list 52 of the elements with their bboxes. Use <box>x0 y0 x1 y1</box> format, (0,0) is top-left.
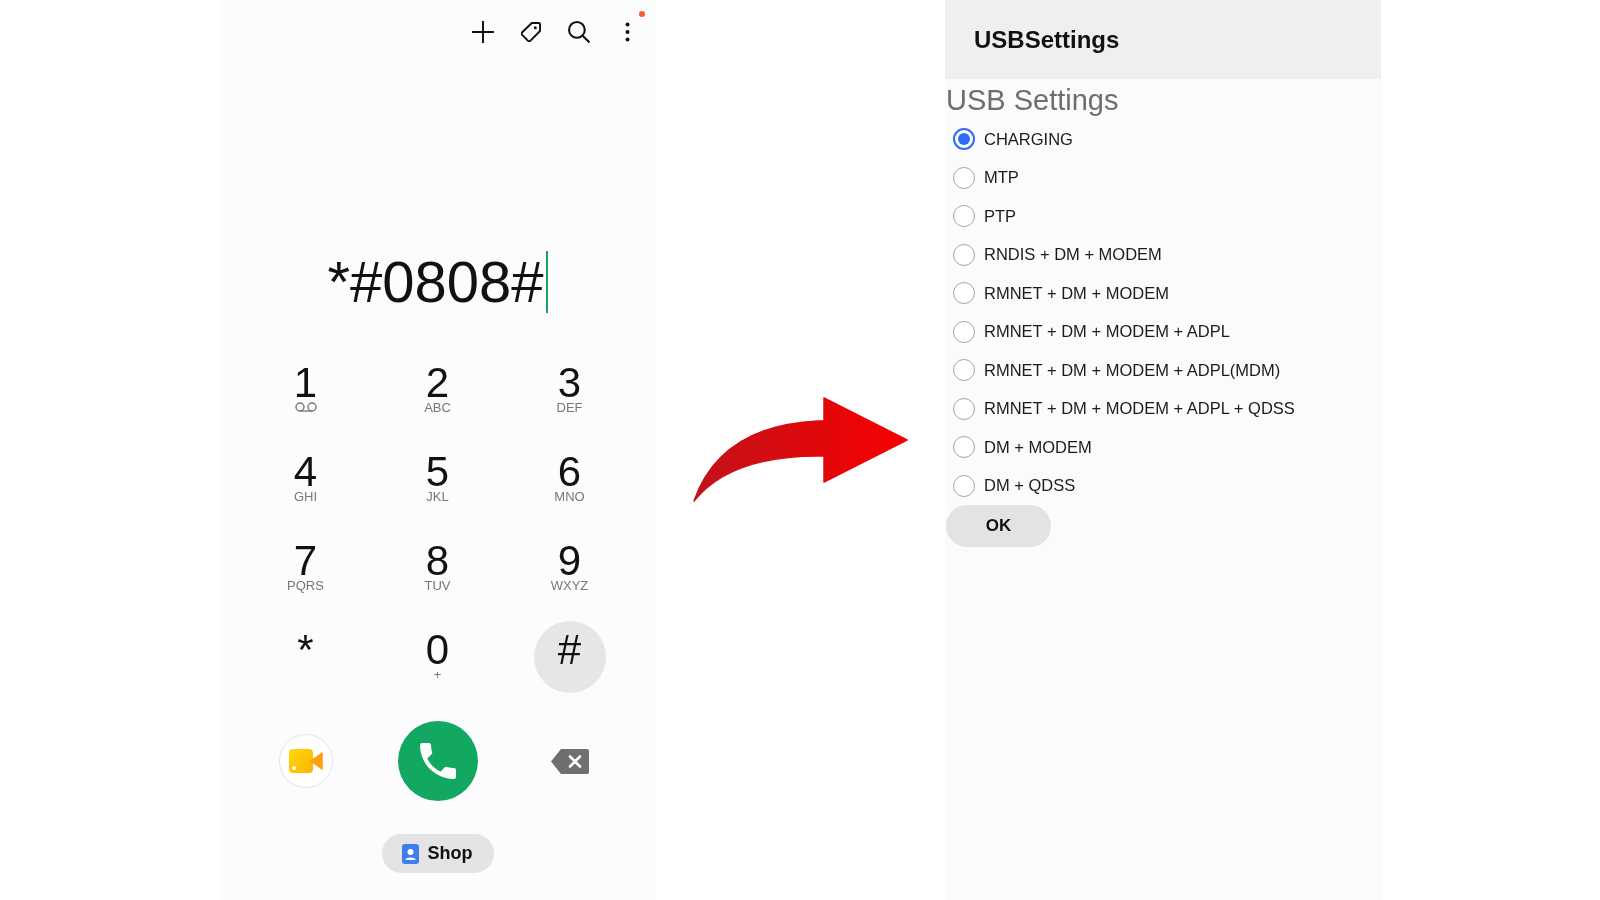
option-label[interactable]: MTP <box>984 168 1019 188</box>
ok-button[interactable]: OK <box>946 505 1051 547</box>
app-title: USBSettings <box>974 25 1120 54</box>
dial-key[interactable]: 0 + <box>401 621 474 693</box>
dial-key[interactable]: 2 ABC <box>401 354 474 426</box>
voicemail-icon <box>294 402 317 413</box>
plus-icon <box>472 21 494 43</box>
section-heading: USB Settings <box>945 83 1119 117</box>
radio-button[interactable] <box>953 166 975 189</box>
radio-button[interactable] <box>953 205 975 228</box>
tag-icon <box>521 22 541 42</box>
dialed-number-field[interactable]: *#0808# <box>327 251 548 313</box>
option-label[interactable]: CHARGING <box>984 129 1073 149</box>
dial-key[interactable]: 8 TUV <box>401 532 474 604</box>
dial-key[interactable]: 4 GHI <box>269 443 342 515</box>
backspace-button[interactable] <box>550 748 589 774</box>
dial-key[interactable]: 5 JKL <box>401 443 474 515</box>
add-button[interactable] <box>471 20 495 44</box>
dial-key[interactable]: 7 PQRS <box>269 532 342 604</box>
text-cursor-icon <box>545 251 548 313</box>
dial-key[interactable]: 3 DEF <box>533 354 606 426</box>
dial-key[interactable]: # <box>533 621 606 693</box>
radio-button[interactable] <box>953 359 975 382</box>
search-button[interactable] <box>567 20 591 44</box>
video-camera-icon <box>288 748 323 774</box>
option-label[interactable]: RMNET + DM + MODEM <box>984 283 1169 303</box>
shop-button[interactable]: Shop <box>381 834 494 873</box>
radio-button[interactable] <box>953 243 975 266</box>
radio-button[interactable] <box>953 397 975 420</box>
dial-key[interactable]: 1 <box>269 354 342 426</box>
phone-icon <box>419 743 456 779</box>
radio-button[interactable] <box>953 128 975 151</box>
dial-key[interactable]: * <box>269 621 342 693</box>
tag-button[interactable] <box>519 20 543 44</box>
option-label[interactable]: RMNET + DM + MODEM + ADPL(MDM) <box>984 360 1281 380</box>
option-label[interactable]: PTP <box>984 206 1017 226</box>
radio-button[interactable] <box>953 436 975 459</box>
search-icon <box>568 21 590 43</box>
video-call-button[interactable] <box>278 734 333 788</box>
dial-key[interactable]: 9 WXYZ <box>533 532 606 604</box>
radio-button[interactable] <box>953 282 975 305</box>
option-label[interactable]: RMNET + DM + MODEM + ADPL + QDSS <box>984 399 1295 419</box>
option-label[interactable]: DM + MODEM <box>984 437 1092 457</box>
backspace-icon <box>550 748 589 774</box>
more-icon <box>624 22 630 42</box>
radio-button[interactable] <box>953 320 975 343</box>
option-label[interactable]: RNDIS + DM + MODEM <box>984 245 1162 265</box>
contact-icon <box>401 843 419 864</box>
option-label[interactable]: RMNET + DM + MODEM + ADPL <box>984 322 1230 342</box>
radio-button[interactable] <box>953 474 975 497</box>
option-label[interactable]: DM + QDSS <box>984 476 1076 496</box>
dial-key[interactable]: 6 MNO <box>533 443 606 515</box>
